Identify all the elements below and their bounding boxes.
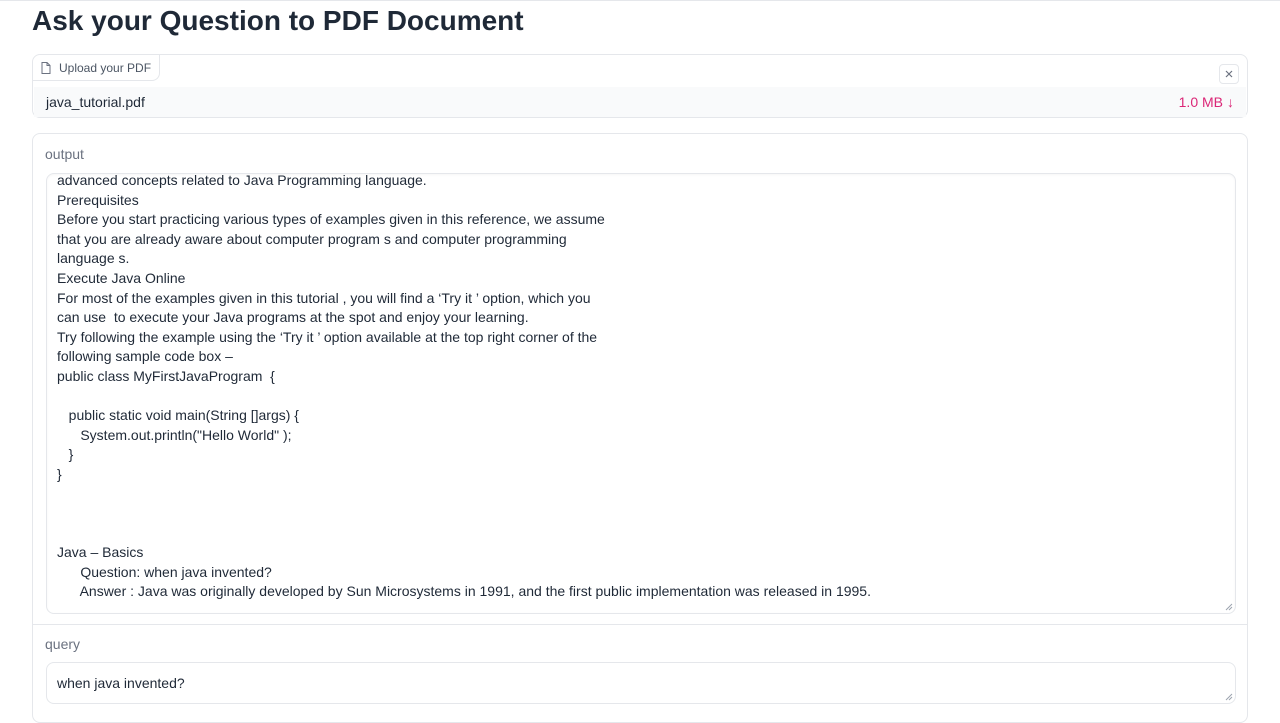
- file-name: java_tutorial.pdf: [46, 94, 145, 110]
- query-value: when java invented?: [57, 675, 185, 691]
- file-size: 1.0 MB: [1178, 94, 1223, 110]
- top-border: [0, 0, 1280, 1]
- output-text: advanced concepts related to Java Progra…: [57, 173, 871, 600]
- download-icon: ↓: [1227, 94, 1234, 110]
- uploaded-file-row: java_tutorial.pdf 1.0 MB ↓: [34, 87, 1246, 117]
- file-icon: [41, 61, 51, 74]
- query-input[interactable]: when java invented?: [46, 662, 1236, 704]
- output-label: output: [45, 146, 84, 162]
- resize-handle-icon[interactable]: [1225, 693, 1233, 701]
- io-panel: output advanced concepts related to Java…: [32, 133, 1248, 723]
- divider: [33, 624, 1247, 625]
- output-textarea[interactable]: advanced concepts related to Java Progra…: [46, 173, 1236, 614]
- upload-label: Upload your PDF: [33, 55, 161, 81]
- resize-handle-icon[interactable]: [1225, 603, 1233, 611]
- query-label: query: [45, 636, 81, 652]
- upload-label-text: Upload your PDF: [59, 60, 152, 75]
- page-title: Ask your Question to PDF Document: [32, 5, 524, 36]
- file-download-link[interactable]: 1.0 MB ↓: [1179, 94, 1234, 110]
- file-upload[interactable]: Upload your PDF java_tutorial.pdf 1.0 MB…: [32, 54, 1248, 118]
- close-icon: [1225, 70, 1233, 78]
- clear-file-button[interactable]: [1219, 64, 1239, 84]
